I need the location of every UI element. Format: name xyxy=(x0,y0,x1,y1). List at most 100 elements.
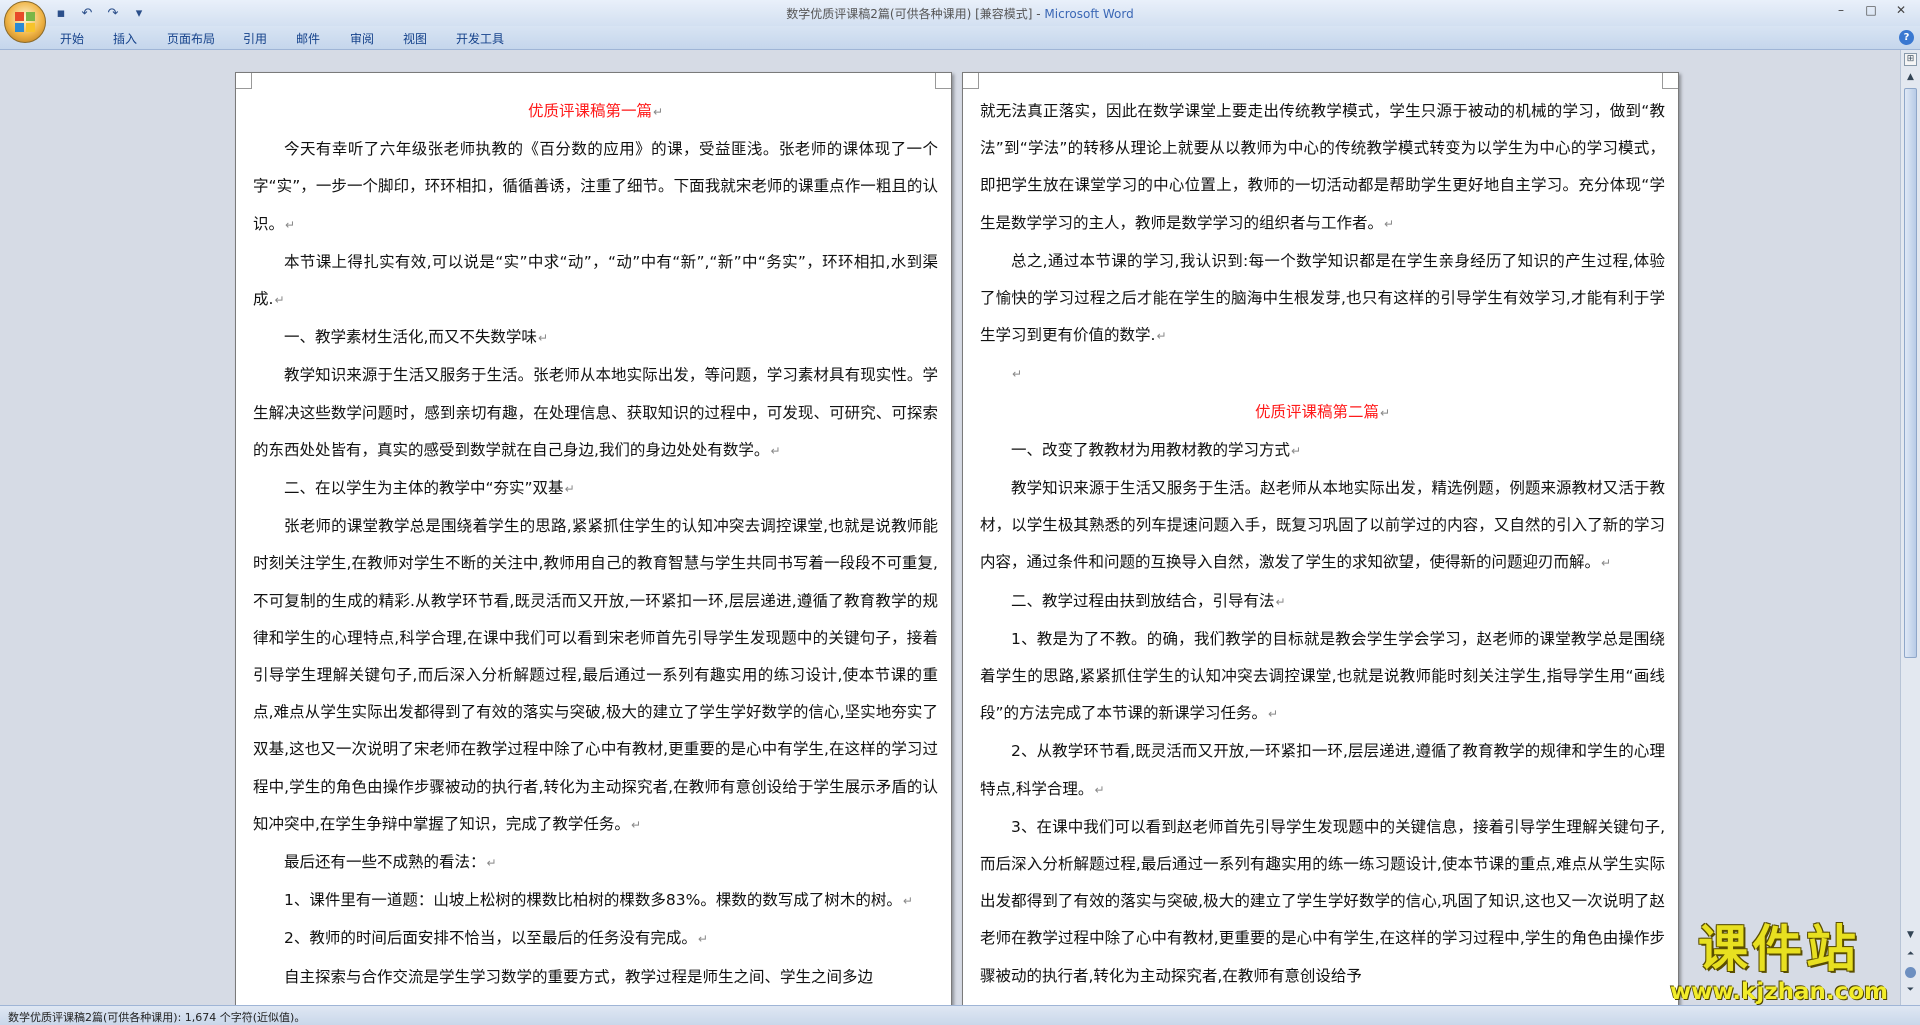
help-icon[interactable]: ? xyxy=(1899,30,1914,45)
paragraph-text: 教学知识来源于生活又服务于生活。张老师从本地实际出发，等问题，学习素材具有现实性… xyxy=(253,366,938,459)
section-heading: 一、改变了教教材为用教材教的学习方式↵ xyxy=(980,432,1665,470)
paragraph-text: 最后还有一些不成熟的看法： xyxy=(284,853,486,872)
ruler-icon[interactable]: ⊞ xyxy=(1904,53,1917,66)
tab-mailings[interactable]: 邮件 xyxy=(296,30,320,47)
crop-mark xyxy=(935,73,951,89)
paragraph: 自主探索与合作交流是学生学习数学的重要方式，教学过程是师生之间、学生之间多边 xyxy=(253,959,938,996)
page-heading: 优质评课稿第二篇↵ xyxy=(980,394,1665,432)
paragraph: 教学知识来源于生活又服务于生活。赵老师从本地实际出发，精选例题，例题来源教材又活… xyxy=(980,470,1665,583)
paragraph-text: 今天有幸听了六年级张老师执教的《百分数的应用》的课，受益匪浅。张老师的课体现了一… xyxy=(253,140,938,233)
paragraph: 就无法真正落实，因此在数学课堂上要走出传统教学模式，学生只源于被动的机械的学习，… xyxy=(980,93,1665,243)
window-controls: – □ ✕ xyxy=(1826,0,1916,20)
section-heading: 二、在以学生为主体的教学中“夯实”双基↵ xyxy=(253,470,938,508)
paragraph-mark: ↵ xyxy=(652,105,664,119)
scroll-down-icon[interactable]: ▼ xyxy=(1903,928,1918,943)
paragraph-mark: ↵ xyxy=(1601,556,1612,571)
paragraph-text: 自主探索与合作交流是学生学习数学的重要方式，教学过程是师生之间、学生之间多边 xyxy=(284,967,874,986)
paragraph-text: 二、在以学生为主体的教学中“夯实”双基 xyxy=(284,479,564,498)
watermark-title: 课件站 xyxy=(1698,919,1860,978)
paragraph: 总之,通过本节课的学习,我认识到:每一个数学知识都是在学生亲身经历了知识的产生过… xyxy=(980,243,1665,356)
section-heading: 二、教学过程由扶到放结合，引导有法↵ xyxy=(980,583,1665,621)
scroll-thumb[interactable] xyxy=(1904,88,1917,658)
paragraph-mark: ↵ xyxy=(537,331,548,346)
office-logo-square xyxy=(26,23,35,32)
paragraph-mark: ↵ xyxy=(1268,707,1279,722)
app-name: Microsoft Word xyxy=(1044,7,1134,21)
tab-developer[interactable]: 开发工具 xyxy=(456,30,504,47)
crop-mark xyxy=(1662,73,1678,89)
paragraph-text: 一、改变了教教材为用教材教的学习方式 xyxy=(1011,440,1291,459)
paragraph-mark: ↵ xyxy=(902,894,913,909)
page-heading: 优质评课稿第一篇↵ xyxy=(253,93,938,131)
office-logo-icon xyxy=(15,12,35,32)
paragraph: 今天有幸听了六年级张老师执教的《百分数的应用》的课，受益匪浅。张老师的课体现了一… xyxy=(253,131,938,244)
document-title: 数学优质评课稿2篇(可供各种课用) [兼容模式] - xyxy=(786,7,1045,21)
tab-insert[interactable]: 插入 xyxy=(113,30,137,47)
office-button[interactable] xyxy=(4,1,46,43)
paragraph-mark: ↵ xyxy=(1156,329,1167,344)
paragraph: 1、课件里有一道题：山坡上松树的棵数比柏树的棵数多83%。棵数的数写成了树木的树… xyxy=(253,882,938,920)
paragraph-text: 就无法真正落实，因此在数学课堂上要走出传统教学模式，学生只源于被动的机械的学习，… xyxy=(980,102,1665,232)
paragraph-mark: ↵ xyxy=(770,443,781,458)
paragraph-mark: ↵ xyxy=(1094,782,1105,797)
paragraph-text: 教学知识来源于生活又服务于生活。赵老师从本地实际出发，精选例题，例题来源教材又活… xyxy=(980,479,1665,572)
page-body: 就无法真正落实，因此在数学课堂上要走出传统教学模式，学生只源于被动的机械的学习，… xyxy=(980,93,1665,995)
paragraph: 2、从教学环节看,既灵活而又开放,一环紧扣一环,层层递进,遵循了教育教学的规律和… xyxy=(980,733,1665,808)
paragraph-mark: ↵ xyxy=(697,932,708,947)
empty-paragraph: ↵ xyxy=(980,355,1665,393)
section-heading: 一、教学素材生活化,而又不失数学味↵ xyxy=(253,319,938,357)
site-watermark: 课件站 www.kjzhan.com xyxy=(1670,920,1888,1006)
page-body: 优质评课稿第一篇↵ 今天有幸听了六年级张老师执教的《百分数的应用》的课，受益匪浅… xyxy=(253,93,938,996)
window-title: 数学优质评课稿2篇(可供各种课用) [兼容模式] - Microsoft Wor… xyxy=(0,5,1920,22)
minimize-button[interactable]: – xyxy=(1826,0,1856,20)
select-browse-object-icon[interactable] xyxy=(1905,967,1916,978)
paragraph-mark: ↵ xyxy=(1379,405,1391,420)
office-logo-square xyxy=(26,12,35,21)
paragraph-mark: ↵ xyxy=(564,482,575,497)
status-bar: 数学优质评课稿2篇(可供各种课用): 1,674 个字符(近似值)。 xyxy=(0,1005,1920,1025)
tab-page-layout[interactable]: 页面布局 xyxy=(167,30,215,47)
status-word-count[interactable]: 数学优质评课稿2篇(可供各种课用): 1,674 个字符(近似值)。 xyxy=(8,1009,305,1025)
paragraph-text: 2、从教学环节看,既灵活而又开放,一环紧扣一环,层层递进,遵循了教育教学的规律和… xyxy=(980,742,1665,798)
tab-home[interactable]: 开始 xyxy=(60,30,84,47)
maximize-button[interactable]: □ xyxy=(1856,0,1886,20)
paragraph-mark: ↵ xyxy=(630,817,641,832)
paragraph-text: 本节课上得扎实有效,可以说是“实”中求“动”，“动”中有“新”,“新”中“务实”… xyxy=(253,252,938,309)
vertical-scrollbar[interactable]: ⊞ ▲ ▼ ⏶ ⏷ xyxy=(1900,50,1920,1005)
tab-view[interactable]: 视图 xyxy=(403,30,427,47)
paragraph: 3、在课中我们可以看到赵老师首先引导学生发现题中的关键信息，接着引导学生理解关键… xyxy=(980,809,1665,995)
paragraph-mark: ↵ xyxy=(1275,594,1286,609)
paragraph-text: 总之,通过本节课的学习,我认识到:每一个数学知识都是在学生亲身经历了知识的产生过… xyxy=(980,251,1665,345)
document-workspace[interactable]: 优质评课稿第一篇↵ 今天有幸听了六年级张老师执教的《百分数的应用》的课，受益匪浅… xyxy=(0,50,1900,1005)
previous-page-icon[interactable]: ⏶ xyxy=(1903,947,1918,962)
paragraph: 2、教师的时间后面安排不恰当，以至最后的任务没有完成。↵ xyxy=(253,920,938,958)
ribbon-tabs: 开始 插入 页面布局 引用 邮件 审阅 视图 开发工具 ? xyxy=(0,26,1920,50)
paragraph-mark: ↵ xyxy=(1012,367,1023,382)
paragraph-mark: ↵ xyxy=(285,217,296,232)
paragraph-text: 张老师的课堂教学总是围绕着学生的思路,紧紧抓住学生的认知冲突去调控课堂,也就是说… xyxy=(253,517,938,833)
paragraph-text: 一、教学素材生活化,而又不失数学味 xyxy=(284,328,537,347)
paragraph: 最后还有一些不成熟的看法：↵ xyxy=(253,844,938,882)
paragraph: 本节课上得扎实有效,可以说是“实”中求“动”，“动”中有“新”,“新”中“务实”… xyxy=(253,244,938,319)
document-page-2[interactable]: 就无法真正落实，因此在数学课堂上要走出传统教学模式，学生只源于被动的机械的学习，… xyxy=(962,72,1679,1005)
scroll-up-icon[interactable]: ▲ xyxy=(1903,70,1918,85)
office-logo-square xyxy=(15,23,24,32)
paragraph-mark: ↵ xyxy=(486,856,497,871)
paragraph-text: 3、在课中我们可以看到赵老师首先引导学生发现题中的关键信息，接着引导学生理解关键… xyxy=(980,817,1665,985)
office-logo-square xyxy=(15,12,24,21)
heading-text: 优质评课稿第一篇 xyxy=(527,102,652,120)
document-page-1[interactable]: 优质评课稿第一篇↵ 今天有幸听了六年级张老师执教的《百分数的应用》的课，受益匪浅… xyxy=(235,72,952,1005)
crop-mark xyxy=(236,73,252,89)
close-button[interactable]: ✕ xyxy=(1886,0,1916,20)
paragraph-mark: ↵ xyxy=(1384,216,1395,231)
heading-text: 优质评课稿第二篇 xyxy=(1254,402,1379,421)
watermark-url: www.kjzhan.com xyxy=(1670,979,1888,1005)
next-page-icon[interactable]: ⏷ xyxy=(1903,983,1918,998)
paragraph-mark: ↵ xyxy=(1291,443,1302,458)
paragraph-text: 1、课件里有一道题：山坡上松树的棵数比柏树的棵数多83%。棵数的数写成了树木的树… xyxy=(284,891,902,910)
title-bar: ▪ ↶ ↷ ▾ 数学优质评课稿2篇(可供各种课用) [兼容模式] - Micro… xyxy=(0,0,1920,26)
paragraph: 1、教是为了不教。的确，我们教学的目标就是教会学生学会学习，赵老师的课堂教学总是… xyxy=(980,621,1665,734)
tab-review[interactable]: 审阅 xyxy=(350,30,374,47)
paragraph-text: 二、教学过程由扶到放结合，引导有法 xyxy=(1011,591,1275,610)
tab-references[interactable]: 引用 xyxy=(243,30,267,47)
